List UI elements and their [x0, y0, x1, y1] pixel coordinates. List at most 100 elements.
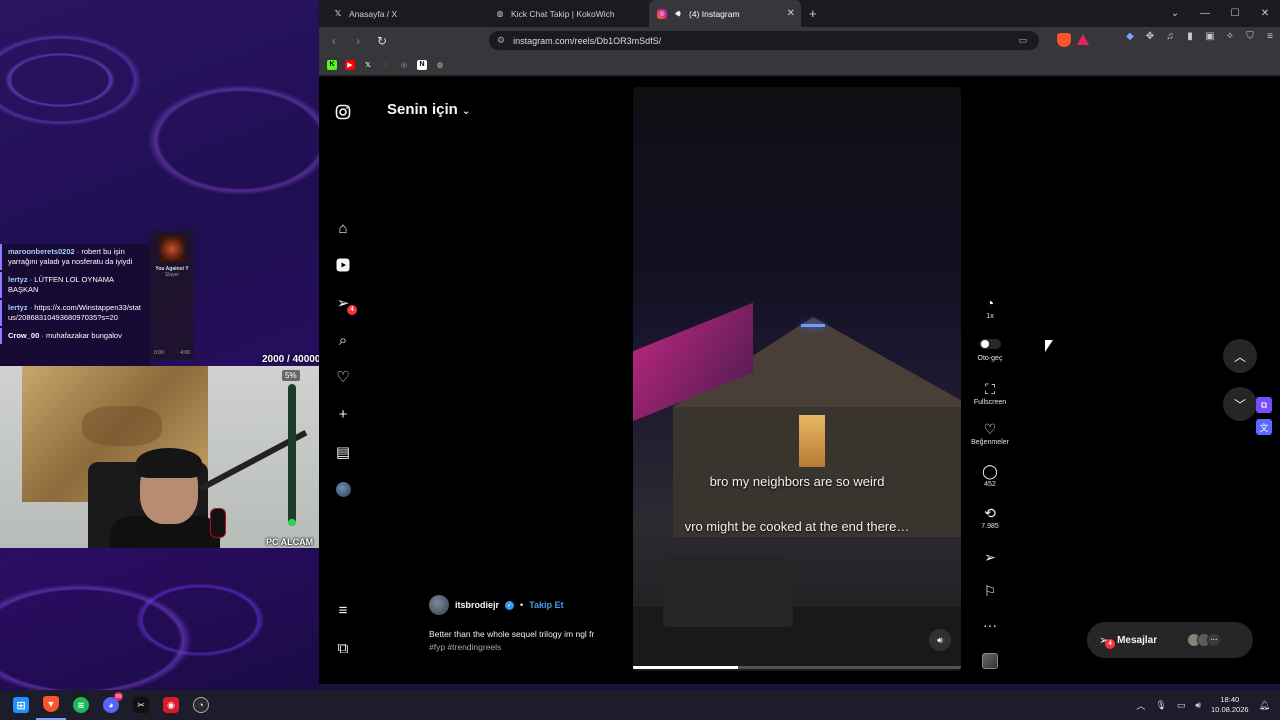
tiktok-bookmark-icon[interactable]: ♪ [381, 60, 391, 70]
dashboard-icon[interactable]: ▤ [334, 443, 352, 461]
search-icon[interactable]: ⌕ [334, 331, 352, 349]
extension-shield-icon[interactable]: ◆ [1124, 31, 1136, 42]
more-options-button[interactable]: ··· [967, 617, 1013, 633]
share-button[interactable]: ➢ [967, 549, 1013, 565]
audio-meter-fill [288, 518, 296, 526]
profile-avatar[interactable] [334, 480, 352, 498]
network-icon[interactable]: ▭ [1177, 700, 1186, 711]
speed-control[interactable]: ◔ 1x [967, 295, 1013, 320]
taskbar-brave[interactable]: ▼ [36, 690, 66, 720]
tab-bar: 𝕏 Anasayfa / X ◍ Kick Chat Takip | KokoW… [319, 0, 1280, 27]
forward-button[interactable]: › [351, 34, 365, 48]
vpn-icon[interactable]: ⛉ [1244, 31, 1256, 42]
wallet-icon[interactable]: ▣ [1204, 31, 1216, 42]
blue-light [801, 324, 825, 327]
kick-bookmark-icon[interactable]: K [327, 59, 337, 70]
repost-button[interactable]: ⟲ 7.985 [967, 505, 1013, 530]
messages-button[interactable]: ➢ 4 Mesajlar ··· [1087, 622, 1253, 658]
windows-logo-icon: ⊞ [13, 697, 29, 713]
translate-icon[interactable]: 文 [1256, 419, 1272, 435]
brave-shield-icon[interactable] [1057, 33, 1071, 47]
dot-separator: • [520, 600, 524, 610]
tab-list-chevron-icon[interactable]: ⌄ [1160, 8, 1190, 19]
like-button[interactable]: ♡ Beğenmeler [967, 421, 1013, 446]
minimize-button[interactable]: — [1190, 8, 1220, 19]
next-reel-button[interactable]: ﹀ [1223, 387, 1257, 421]
close-tab-icon[interactable]: ✕ [787, 8, 795, 19]
taskbar-capcut[interactable]: ✂ [126, 690, 156, 720]
reload-button[interactable]: ↻ [375, 34, 389, 48]
audio-meter [288, 384, 296, 526]
author-avatar[interactable] [429, 595, 449, 615]
reel-video[interactable]: bro my neighbors are so weird vro might … [633, 87, 961, 671]
site-bookmark-icon[interactable]: ◎ [399, 60, 409, 70]
extension-icon[interactable]: ⧉ [1256, 397, 1272, 413]
cast-icon[interactable]: ▭ [1018, 35, 1027, 46]
maximize-button[interactable]: ☐ [1220, 8, 1250, 19]
follow-button[interactable]: Takip Et [529, 600, 563, 610]
home-icon[interactable]: ⌂ [334, 219, 352, 237]
clock[interactable]: 18:40 10.08.2026 [1211, 695, 1249, 715]
direct-messages-icon[interactable]: ➢ 4 [334, 294, 357, 315]
author-username[interactable]: itsbrodiejr [455, 600, 499, 610]
notifications-heart-icon[interactable]: ♡ [334, 368, 352, 386]
likes-label: Beğenmeler [971, 439, 1009, 446]
music-icon[interactable]: ♫ [1164, 31, 1176, 42]
puzzle-icon[interactable]: ✥ [1144, 31, 1156, 42]
tab-x[interactable]: 𝕏 Anasayfa / X [325, 0, 487, 27]
avatar [335, 481, 351, 497]
start-button[interactable]: ⊞ [6, 690, 36, 720]
menu-icon[interactable]: ≡ [1264, 31, 1276, 42]
feed-selector[interactable]: Senin için ⌄ [387, 101, 470, 118]
taskbar-spotify[interactable]: ≋ [66, 690, 96, 720]
bookmarks-bar: K ▶ 𝕏 ♪ ◎ N ◍ [319, 54, 1280, 76]
mic-icon[interactable]: 🎙︎ [1155, 700, 1166, 711]
message-avatars: ··· [1187, 633, 1222, 647]
video-caption-1: bro my neighbors are so weird [709, 474, 885, 489]
comment-button[interactable]: ◯ 452 [967, 463, 1013, 488]
chat-text: muhafazakar bungalov [45, 331, 122, 340]
notification-bell-icon[interactable]: 🔔︎ [1259, 700, 1270, 711]
obs-icon: ◔ [193, 697, 209, 713]
taskbar-streamlabs[interactable]: ◉ [156, 690, 186, 720]
brave-rewards-icon[interactable] [1077, 34, 1089, 45]
tab-kick-chat[interactable]: ◍ Kick Chat Takip | KokoWich [487, 0, 649, 27]
fullscreen-icon: ⛶ [985, 381, 995, 397]
globe-bookmark-icon[interactable]: ◍ [435, 60, 445, 70]
x-icon: 𝕏 [334, 9, 342, 18]
speaker-icon: 🔊︎ [675, 8, 681, 18]
x-bookmark-icon[interactable]: 𝕏 [363, 60, 373, 70]
volume-icon[interactable]: 🔊︎ [1195, 700, 1201, 711]
tab-instagram[interactable]: ◎ 🔊︎ (4) Instagram ✕ [649, 0, 801, 27]
more-menu-icon[interactable]: ≡ [334, 601, 352, 619]
previous-reel-button[interactable]: ︿ [1223, 339, 1257, 373]
song-time-start: 0:00 [154, 350, 164, 356]
back-button[interactable]: ‹ [327, 34, 341, 48]
tray-chevron-icon[interactable]: ︿ [1136, 699, 1145, 712]
tab-title: Anasayfa / X [349, 8, 398, 19]
instagram-logo-icon[interactable] [334, 103, 352, 121]
taskbar-obs[interactable]: ◔ [186, 690, 216, 720]
create-plus-icon[interactable]: + [334, 405, 352, 423]
reel-hashtags[interactable]: #fyp #trendingreels [429, 642, 619, 652]
chat-message: maroonberets0202 · robert bu işin yarrağ… [0, 244, 150, 270]
notion-bookmark-icon[interactable]: N [417, 59, 427, 70]
instagram-page: ⌂ ➢ 4 ⌕ ♡ + ▤ ≡ ⧉ Senin için ⌄ bro my ne… [319, 77, 1280, 684]
audio-track-button[interactable] [967, 653, 1013, 669]
sidebar-icon[interactable]: ▮ [1184, 31, 1196, 42]
autoplay-toggle[interactable]: Oto-geç [967, 339, 1013, 362]
leo-icon[interactable]: ✧ [1224, 31, 1236, 42]
fullscreen-button[interactable]: ⛶ Fullscreen [967, 381, 1013, 406]
reels-icon[interactable] [334, 256, 352, 274]
close-window-button[interactable]: ✕ [1250, 8, 1280, 19]
youtube-bookmark-icon[interactable]: ▶ [345, 59, 355, 70]
also-from-meta-icon[interactable]: ⧉ [334, 639, 352, 657]
volume-button[interactable]: 🔊︎ [929, 629, 951, 651]
save-button[interactable]: ⚐ [967, 583, 1013, 599]
video-progress[interactable] [633, 666, 961, 669]
taskbar-discord[interactable]: ◕ 99 [96, 690, 126, 720]
new-tab-button[interactable]: + [801, 6, 825, 21]
site-info-icon[interactable]: ⚙︎ [497, 35, 505, 46]
browser-window: 𝕏 Anasayfa / X ◍ Kick Chat Takip | KokoW… [319, 0, 1280, 684]
address-bar[interactable]: ⚙︎ instagram.com/reels/Db1OR3mSdfS/ ▭ [489, 31, 1039, 50]
